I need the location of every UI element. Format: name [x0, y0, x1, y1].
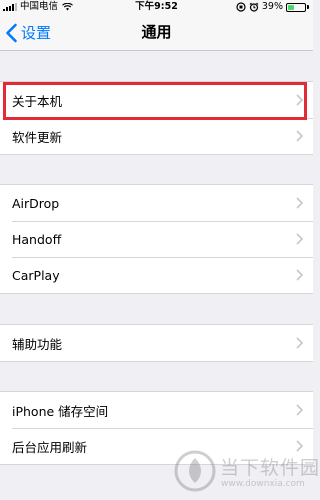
list-item-about[interactable]: 关于本机	[0, 82, 313, 118]
battery-fill	[288, 4, 295, 10]
chevron-right-icon	[296, 197, 303, 209]
status-bar: 中国电信 下午9:52 39%	[0, 0, 313, 14]
list-item-accessibility[interactable]: 辅助功能	[0, 325, 313, 361]
battery-percent: 39%	[261, 1, 283, 12]
list-item-software-update[interactable]: 软件更新	[0, 118, 313, 154]
watermark-url: www.downxia.com	[221, 479, 305, 489]
chevron-right-icon	[296, 233, 303, 245]
list-item-label: iPhone 储存空间	[12, 403, 109, 419]
list-item-carplay[interactable]: CarPlay	[0, 257, 313, 293]
chevron-right-icon	[296, 269, 303, 281]
list-item-airdrop[interactable]: AirDrop	[0, 185, 313, 221]
watermark-text: 当下软件园	[220, 457, 320, 479]
list-item-label: 后台应用刷新	[12, 439, 88, 455]
list-item-label: AirDrop	[12, 195, 60, 211]
group-connectivity: AirDrop Handoff CarPlay	[0, 184, 313, 294]
list-item-label: 关于本机	[12, 93, 63, 109]
battery-tip	[307, 5, 309, 9]
group-accessibility: 辅助功能	[0, 324, 313, 362]
chevron-right-icon	[296, 130, 303, 142]
watermark: 当下软件园 www.downxia.com	[174, 449, 319, 495]
nav-bar: 设置 通用	[0, 14, 313, 51]
watermark-logo-icon	[174, 450, 216, 492]
list-item-label: 辅助功能	[12, 336, 63, 352]
status-right: 39%	[236, 0, 309, 14]
orientation-lock-icon	[236, 2, 246, 12]
list-item-handoff[interactable]: Handoff	[0, 221, 313, 257]
list-item-label: Handoff	[12, 231, 62, 247]
list-item-label: CarPlay	[12, 267, 60, 283]
list-item-iphone-storage[interactable]: iPhone 储存空间	[0, 392, 313, 428]
alarm-icon	[249, 2, 259, 12]
group-about: 关于本机 软件更新	[0, 81, 313, 155]
list-item-label: 软件更新	[12, 129, 63, 145]
battery-icon	[286, 2, 306, 12]
page-title: 通用	[141, 23, 172, 41]
chevron-right-icon	[296, 404, 303, 416]
chevron-right-icon	[296, 94, 303, 106]
chevron-right-icon	[296, 337, 303, 349]
